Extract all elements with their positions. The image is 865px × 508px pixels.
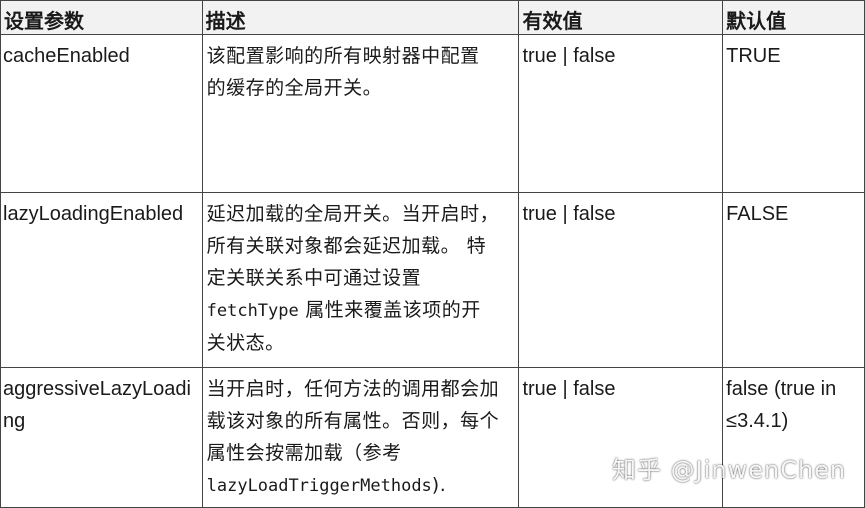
setting-name: cacheEnabled: [0, 34, 203, 193]
table-row: aggressiveLazyLoading 当开启时，任何方法的调用都会加 载该…: [0, 367, 865, 508]
default-value: FALSE: [722, 192, 865, 368]
description-line: fetchType 属性来覆盖该项的开: [207, 294, 516, 327]
description-line: 定关联关系中可通过设置: [206, 267, 422, 289]
valid-values: true | false: [518, 192, 724, 368]
description-line: 关状态。: [206, 332, 285, 354]
setting-name: lazyLoadingEnabled: [0, 192, 203, 368]
description-text: ).: [431, 474, 447, 496]
default-value: TRUE: [722, 34, 865, 193]
setting-name: aggressiveLazyLoading: [0, 367, 203, 508]
setting-description: 延迟加载的全局开关。当开启时， 所有关联对象都会延迟加载。 特 定关联关系中可通…: [201, 192, 520, 368]
setting-description: 当开启时，任何方法的调用都会加 载该对象的所有属性。否则，每个 属性会按需加载（…: [201, 367, 520, 508]
table-row: cacheEnabled 该配置影响的所有映射器中配置 的缓存的全局开关。 tr…: [0, 34, 865, 193]
setting-description: 该配置影响的所有映射器中配置 的缓存的全局开关。: [201, 34, 520, 193]
description-line: 所有关联对象都会延迟加载。 特: [206, 235, 487, 257]
description-line: 属性会按需加载（参考: [206, 442, 402, 464]
description-line: 当开启时，任何方法的调用都会加: [206, 378, 500, 400]
description-line: 载该对象的所有属性。否则，每个: [206, 410, 500, 432]
description-line: lazyLoadTriggerMethods).: [207, 469, 516, 502]
valid-values: true | false: [518, 367, 724, 508]
valid-values: true | false: [518, 34, 724, 193]
zhihu-watermark: 知乎 @JinwenChen: [612, 456, 847, 484]
code-fetchtype: fetchType: [206, 301, 299, 321]
header-default: 默认值: [722, 0, 865, 35]
header-row: 设置参数 描述 有效值 默认值: [0, 0, 865, 35]
header-valid-values: 有效值: [518, 0, 724, 35]
settings-table: 设置参数 描述 有效值 默认值 cacheEnabled 该配置影响的所有映射器…: [0, 0, 865, 508]
description-line: 该配置影响的所有映射器中配置: [206, 45, 480, 67]
description-line: 的缓存的全局开关。: [206, 77, 383, 99]
header-setting: 设置参数: [0, 0, 203, 35]
table-row: lazyLoadingEnabled 延迟加载的全局开关。当开启时， 所有关联对…: [0, 192, 865, 368]
description-line: 延迟加载的全局开关。当开启时，: [206, 203, 500, 225]
description-text: 属性来覆盖该项的开: [298, 299, 481, 321]
default-value: false (true in ≤3.4.1): [722, 367, 865, 508]
header-description: 描述: [201, 0, 520, 35]
code-lazyloadtriggermethods: lazyLoadTriggerMethods: [206, 476, 432, 496]
